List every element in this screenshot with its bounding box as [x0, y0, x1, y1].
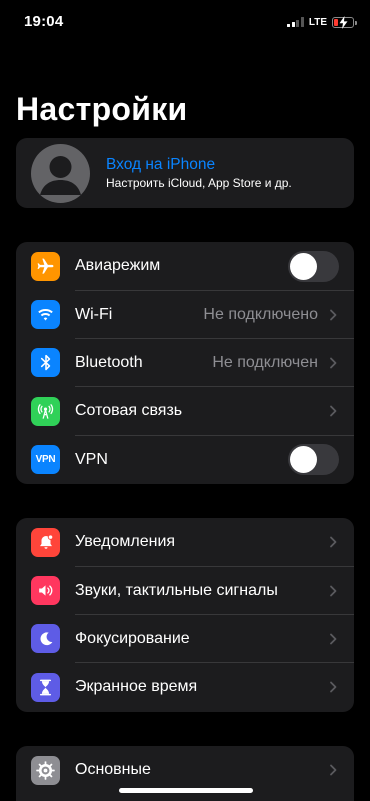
sign-in-card[interactable]: Вход на iPhone Настроить iCloud, App Sto… [16, 138, 354, 208]
home-indicator[interactable] [119, 788, 253, 793]
sign-in-subtitle: Настроить iCloud, App Store и др. [106, 175, 292, 190]
chevron-right-icon [330, 536, 337, 548]
cellular-icon [31, 396, 60, 426]
cellular-label: Сотовая связь [75, 402, 183, 420]
airplane-mode-row[interactable]: Авиарежим [16, 242, 354, 291]
signal-strength-icon [287, 17, 304, 27]
status-time: 19:04 [24, 13, 64, 30]
chevron-right-icon [330, 357, 337, 369]
focus-label: Фокусирование [75, 629, 190, 647]
wifi-row[interactable]: Wi-Fi Не подключено [16, 290, 354, 339]
sounds-row[interactable]: Звуки, тактильные сигналы [16, 566, 354, 615]
chevron-right-icon [330, 764, 337, 776]
wifi-label: Wi-Fi [75, 305, 113, 323]
airplane-icon [31, 251, 60, 281]
wifi-icon [31, 300, 60, 330]
wifi-status: Не подключено [203, 305, 318, 323]
chevron-right-icon [330, 309, 337, 320]
sign-in-title: Вход на iPhone [106, 155, 216, 173]
vpn-icon: VPN [31, 445, 60, 475]
cellular-row[interactable]: Сотовая связь [16, 387, 354, 436]
chevron-right-icon [330, 585, 337, 596]
connectivity-group: Авиарежим Wi-Fi Не подключено Bluetooth … [16, 242, 354, 484]
chevron-right-icon [330, 633, 337, 645]
screen-time-label: Экранное время [75, 678, 198, 696]
gear-icon [31, 755, 60, 785]
vpn-label: VPN [75, 450, 108, 468]
general-label: Основные [75, 761, 151, 779]
focus-row[interactable]: Фокусирование [16, 615, 354, 664]
notifications-icon [31, 527, 60, 557]
person-icon [40, 155, 81, 195]
airplane-mode-toggle[interactable] [288, 250, 339, 282]
hourglass-icon [31, 672, 60, 702]
vpn-row[interactable]: VPN VPN [16, 436, 354, 484]
network-type: LTE [308, 16, 327, 28]
vpn-toggle[interactable] [288, 444, 339, 476]
bluetooth-label: Bluetooth [75, 353, 143, 371]
chevron-right-icon [330, 681, 337, 693]
status-indicators: LTE [287, 15, 357, 29]
bluetooth-status: Не подключен [212, 353, 318, 371]
airplane-mode-label: Авиарежим [75, 257, 161, 275]
bluetooth-row[interactable]: Bluetooth Не подключен [16, 339, 354, 388]
notifications-group: Уведомления Звуки, тактильные сигналы Фо… [16, 518, 354, 712]
status-bar: 19:04 LTE [0, 0, 370, 44]
moon-icon [31, 624, 60, 654]
notifications-row[interactable]: Уведомления [16, 518, 354, 567]
battery-icon [332, 15, 357, 29]
chevron-right-icon [330, 405, 337, 417]
notifications-label: Уведомления [75, 533, 176, 551]
sound-icon [31, 576, 60, 606]
page-title: Настройки [16, 91, 188, 127]
charging-bolt-icon [339, 15, 348, 29]
bluetooth-icon [31, 348, 60, 378]
sounds-label: Звуки, тактильные сигналы [75, 581, 278, 599]
vpn-icon-text: VPN [35, 454, 56, 466]
screen-time-row[interactable]: Экранное время [16, 663, 354, 711]
avatar [31, 143, 90, 203]
